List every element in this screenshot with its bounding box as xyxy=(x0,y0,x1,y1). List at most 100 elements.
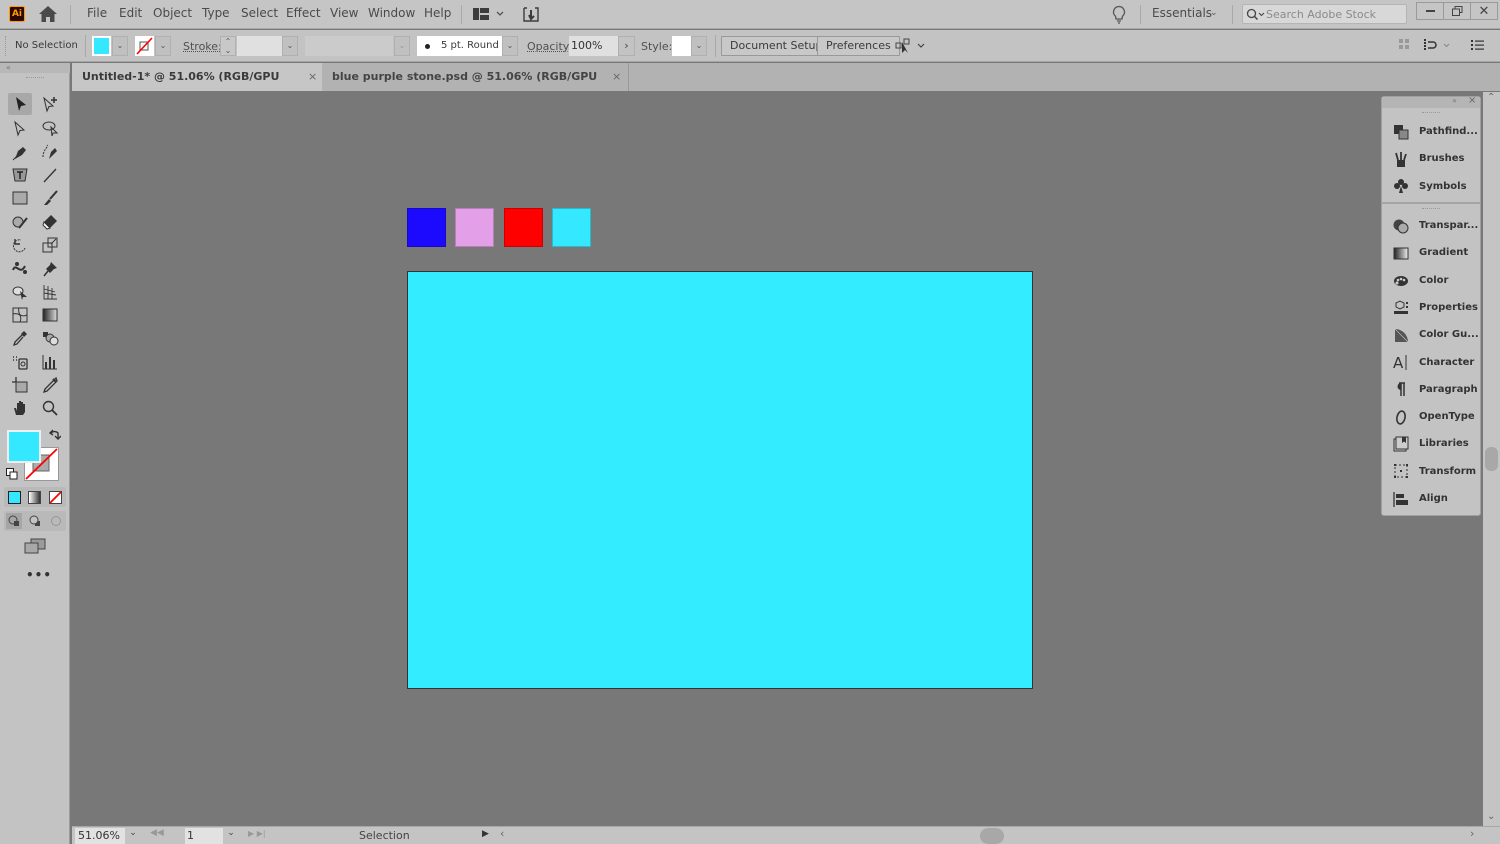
chevron-down-icon[interactable]: ⌄ xyxy=(1210,8,1218,18)
close-tab-icon[interactable]: × xyxy=(612,63,621,91)
panel-item-properties[interactable]: Properties xyxy=(1382,294,1480,321)
menu-type[interactable]: Type xyxy=(202,6,230,20)
menu-view[interactable]: View xyxy=(330,6,358,20)
current-tool-status[interactable]: Selection xyxy=(359,829,410,842)
swatch-cyan[interactable] xyxy=(552,208,591,247)
close-tab-icon[interactable]: × xyxy=(308,63,317,91)
status-menu-arrow-icon[interactable]: ▶ xyxy=(482,829,489,839)
pin-tool[interactable] xyxy=(38,258,62,280)
eraser-tool[interactable] xyxy=(38,211,62,233)
artboard-tool[interactable] xyxy=(8,374,32,396)
fill-color-box[interactable] xyxy=(7,430,41,463)
profile-dropdown[interactable]: ⌄ xyxy=(394,36,410,56)
panel-item-transpar[interactable]: Transpar... xyxy=(1382,212,1480,239)
panel-item-symbols[interactable]: Symbols xyxy=(1382,173,1480,200)
grip-handle[interactable] xyxy=(1422,208,1440,209)
brush-dropdown[interactable]: ⌄ xyxy=(502,36,518,56)
color-mode-button[interactable] xyxy=(7,490,21,504)
close-window-button[interactable]: ✕ xyxy=(1471,3,1497,19)
rectangle-tool[interactable] xyxy=(8,187,32,209)
grip-handle[interactable] xyxy=(26,77,44,79)
lasso-tool[interactable] xyxy=(38,117,62,139)
draw-behind-button[interactable] xyxy=(27,513,43,529)
tab-blue-purple-stone[interactable]: blue purple stone.psd @ 51.06% (RGB/GPU … xyxy=(322,63,628,111)
stroke-swatch[interactable] xyxy=(135,36,154,56)
stroke-label[interactable]: Stroke: xyxy=(183,40,222,53)
artboard[interactable] xyxy=(407,271,1033,689)
align-grid-icon[interactable] xyxy=(1398,38,1410,50)
perspective-grid-tool[interactable] xyxy=(38,281,62,303)
stroke-weight-input[interactable] xyxy=(237,36,282,56)
zoom-input[interactable]: 51.06% xyxy=(75,828,125,844)
scroll-down-icon[interactable]: ⌄ xyxy=(1487,811,1495,822)
opacity-expand-button[interactable]: › xyxy=(618,36,635,56)
swatch-lilac[interactable] xyxy=(455,208,494,247)
menu-help[interactable]: Help xyxy=(424,6,451,20)
home-icon[interactable] xyxy=(38,5,58,23)
swap-fill-stroke-icon[interactable] xyxy=(48,429,62,441)
blend-tool[interactable] xyxy=(38,327,62,349)
scroll-left-icon[interactable]: ‹ xyxy=(500,827,504,840)
panel-item-brushes[interactable]: Brushes xyxy=(1382,145,1480,172)
transform-wrap-icon[interactable] xyxy=(1423,38,1453,52)
menu-object[interactable]: Object xyxy=(153,6,192,20)
curvature-tool[interactable] xyxy=(38,141,62,163)
default-fill-stroke-icon[interactable] xyxy=(6,468,18,480)
panel-item-libraries[interactable]: Libraries xyxy=(1382,430,1480,457)
panel-item-opentype[interactable]: OpenType xyxy=(1382,403,1480,430)
grip-handle[interactable] xyxy=(5,36,7,56)
stroke-weight-dropdown[interactable]: ⌄ xyxy=(282,36,298,56)
menu-select[interactable]: Select xyxy=(241,6,278,20)
document-setup-button[interactable]: Document Setup xyxy=(721,36,832,56)
draw-normal-button[interactable] xyxy=(6,513,23,529)
zoom-tool[interactable] xyxy=(38,397,62,419)
eyedropper-tool[interactable] xyxy=(8,327,32,349)
edit-toolbar-button[interactable]: ••• xyxy=(26,568,52,582)
vertical-scrollbar[interactable]: ⌃ ⌄ xyxy=(1483,92,1500,826)
menu-window[interactable]: Window xyxy=(368,6,415,20)
menu-file[interactable]: File xyxy=(87,6,107,20)
panel-item-pathfind[interactable]: Pathfind... xyxy=(1382,118,1480,145)
style-dropdown[interactable]: ⌄ xyxy=(691,36,707,56)
shape-builder-tool[interactable] xyxy=(8,281,32,303)
panel-item-color-gu[interactable]: Color Gu... xyxy=(1382,321,1480,348)
stroke-dropdown[interactable]: ⌄ xyxy=(155,36,171,56)
direct-selection-add-tool[interactable] xyxy=(38,93,62,115)
collapse-panel-button[interactable]: « xyxy=(0,63,70,73)
line-segment-tool[interactable] xyxy=(38,164,62,186)
draw-inside-button[interactable] xyxy=(48,513,64,529)
mesh-tool[interactable] xyxy=(8,304,32,326)
gradient-mode-button[interactable] xyxy=(28,490,42,504)
hand-tool[interactable] xyxy=(8,397,32,419)
artboard-dropdown[interactable]: ⌄ xyxy=(223,828,239,844)
stroke-weight-stepper[interactable]: ⌃ ⌄ xyxy=(220,36,236,56)
rotate-tool[interactable] xyxy=(8,234,32,256)
next-artboard-button[interactable]: ▶ ▶| xyxy=(248,829,266,838)
panel-item-gradient[interactable]: Gradient xyxy=(1382,239,1480,266)
panel-menu-icon[interactable] xyxy=(1471,39,1484,51)
none-mode-button[interactable] xyxy=(49,490,63,504)
scroll-up-icon[interactable]: ⌃ xyxy=(1487,92,1495,103)
workspace-switcher[interactable]: Essentials xyxy=(1152,6,1212,20)
restore-button[interactable] xyxy=(1444,3,1471,19)
panel-item-paragraph[interactable]: Paragraph xyxy=(1382,376,1480,403)
scale-tool[interactable] xyxy=(38,234,62,256)
gradient-tool[interactable] xyxy=(38,304,62,326)
swatch-blue[interactable] xyxy=(407,208,446,247)
selection-tool[interactable] xyxy=(8,93,32,115)
panel-item-character[interactable]: A Character xyxy=(1382,349,1480,376)
lightbulb-icon[interactable] xyxy=(1110,5,1128,24)
minimize-button[interactable] xyxy=(1417,3,1444,19)
paintbrush-tool[interactable] xyxy=(38,187,62,209)
artboard-number-input[interactable]: 1 xyxy=(185,828,223,844)
variable-width-profile[interactable] xyxy=(305,36,393,56)
panel-item-transform[interactable]: Transform xyxy=(1382,458,1480,485)
expand-panels-icon[interactable]: » xyxy=(1452,96,1457,105)
shaper-tool[interactable] xyxy=(8,211,32,233)
stock-search-input[interactable]: Search Adobe Stock xyxy=(1242,4,1407,24)
puppet-warp-tool[interactable] xyxy=(8,258,32,280)
swatch-red[interactable] xyxy=(504,208,543,247)
menu-effect[interactable]: Effect xyxy=(286,6,321,20)
change-screen-mode-icon[interactable] xyxy=(24,538,46,554)
opacity-label[interactable]: Opacity: xyxy=(527,40,572,53)
